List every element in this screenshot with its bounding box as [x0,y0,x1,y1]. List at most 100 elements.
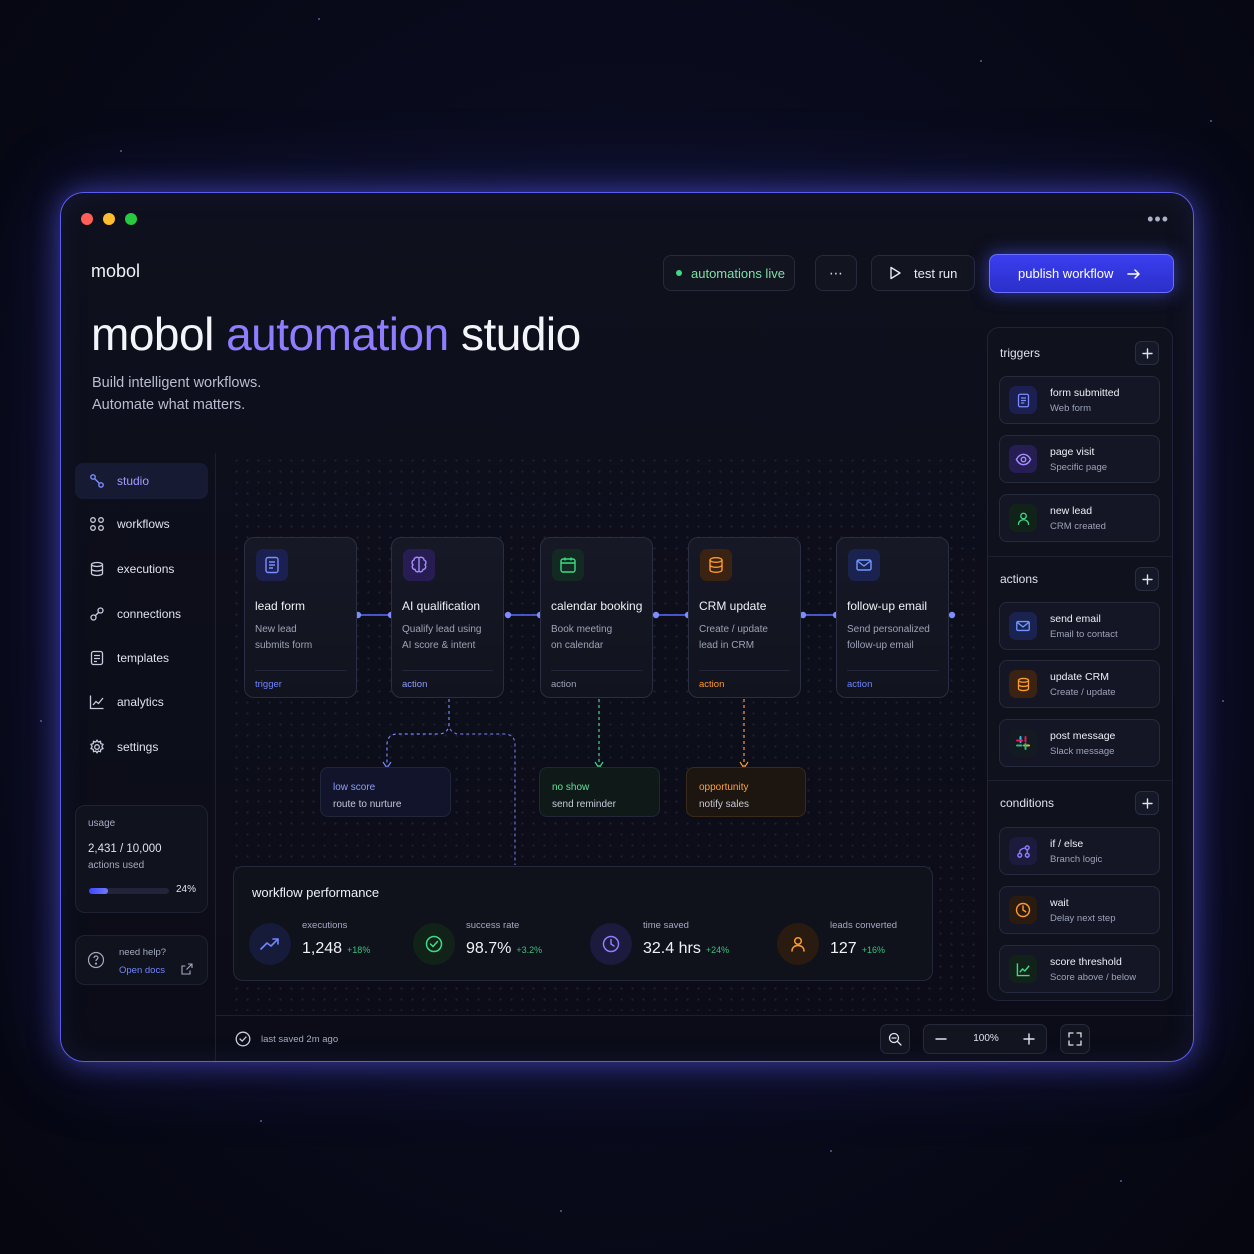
plus-icon [1023,1033,1035,1045]
action-item-send-email[interactable]: send email Email to contact [999,602,1160,650]
section-title-actions: actions [1000,572,1039,586]
item-title: form submitted [1050,387,1120,399]
branch-title: opportunity [699,782,749,793]
user-icon [1009,504,1037,532]
section-title-triggers: triggers [1000,346,1041,360]
slack-icon [1009,729,1037,757]
section-title-conditions: conditions [1000,796,1055,810]
star [560,1210,562,1212]
form-icon [1009,386,1037,414]
metric-delta: +24% [705,945,730,955]
node-divider [699,670,790,671]
node-description: New lead submits form [255,622,355,654]
branch-opportunity[interactable]: opportunity notify sales [686,767,806,817]
node-tag: action [402,679,428,690]
node-crm-update[interactable]: CRM update Create / update lead in CRM ac… [688,537,801,698]
node-desc-line: Send personalized [847,624,930,635]
save-status-label: last saved 2m ago [261,1033,339,1045]
item-title: score threshold [1050,956,1122,968]
node-desc-line: follow-up email [847,640,914,651]
item-title: send email [1050,613,1101,625]
node-calendar-booking[interactable]: calendar booking Book meeting on calendar… [540,537,653,698]
zoom-search-button[interactable] [880,1024,910,1054]
zoom-icon [888,1032,902,1046]
branch-description: send reminder [552,799,616,810]
section-divider [988,556,1172,557]
item-subtitle: Email to contact [1050,629,1118,640]
node-desc-line: lead in CRM [699,640,755,651]
check-circle-icon [235,1031,251,1047]
node-title: calendar booking [551,599,643,613]
clock-icon [1009,896,1037,924]
item-subtitle: Create / update [1050,687,1116,698]
trigger-item-page-visit[interactable]: page visit Specific page [999,435,1160,483]
star [120,150,122,152]
nodes-library-panel: triggers form submitted Web form page vi… [987,327,1173,1001]
item-subtitle: Specific page [1050,462,1108,473]
node-desc-line: Book meeting [551,624,613,635]
node-divider [255,670,346,671]
item-title: wait [1050,897,1069,909]
plus-icon [1141,573,1153,585]
item-subtitle: Web form [1050,403,1092,414]
item-title: new lead [1050,505,1093,517]
branch-description: route to nurture [333,799,402,810]
metric-label: success rate [466,920,520,931]
condition-item-if-else[interactable]: if / else Branch logic [999,827,1160,875]
node-desc-line: Create / update [699,624,768,635]
node-follow-up-email[interactable]: follow-up email Send personalized follow-… [836,537,949,698]
zoom-in-button[interactable] [1012,1025,1046,1053]
node-desc-line: submits form [255,640,313,651]
metric-value-text: 1,248 [302,940,343,957]
metric-delta: +16% [861,945,885,955]
add-action-button[interactable] [1135,567,1159,591]
star [40,720,42,722]
calendar-icon [552,549,584,581]
node-desc-line: on calendar [551,640,604,651]
metric-label: time saved [643,920,689,931]
mail-icon [1009,612,1037,640]
branch-no-show[interactable]: no show send reminder [539,767,660,817]
node-divider [847,670,938,671]
node-description: Create / update lead in CRM [699,622,799,654]
condition-item-score-threshold[interactable]: score threshold Score above / below [999,945,1160,993]
item-title: page visit [1050,446,1095,458]
database-icon [700,549,732,581]
zoom-control: 100% [923,1024,1047,1054]
node-tag: action [847,679,873,690]
node-ai-qualification[interactable]: AI qualification Qualify lead using AI sc… [391,537,504,698]
node-tag: action [551,679,577,690]
node-description: Book meeting on calendar [551,622,651,654]
trigger-item-form-submitted[interactable]: form submitted Web form [999,376,1160,424]
star [1222,700,1224,702]
metric-delta: +18% [347,945,371,955]
item-title: update CRM [1050,671,1109,683]
metric-value-text: 98.7% [466,940,512,957]
branch-title: low score [333,782,376,793]
item-subtitle: CRM created [1050,521,1106,532]
metric-delta: +3.2% [516,945,543,955]
add-condition-button[interactable] [1135,791,1159,815]
trigger-item-new-lead[interactable]: new lead CRM created [999,494,1160,542]
metric-time-saved: time saved 32.4 hrs +24% [590,919,760,965]
metric-executions: executions 1,248 +18% [249,919,399,965]
workflow-performance-card: workflow performance executions 1,248 +18… [233,866,933,981]
action-item-post-message[interactable]: post message Slack message [999,719,1160,767]
fullscreen-icon [1068,1032,1082,1046]
item-subtitle: Delay next step [1050,913,1116,924]
add-trigger-button[interactable] [1135,341,1159,365]
node-lead-form[interactable]: lead form New lead submits form trigger [244,537,357,698]
metric-value-text: 32.4 hrs [643,940,701,957]
brain-icon [403,549,435,581]
action-item-update-crm[interactable]: update CRM Create / update [999,660,1160,708]
metric-value: 1,248 +18% [302,940,370,958]
condition-item-wait[interactable]: wait Delay next step [999,886,1160,934]
zoom-level: 100% [973,1033,999,1044]
fullscreen-button[interactable] [1060,1024,1090,1054]
star [1120,1180,1122,1182]
branch-low-score[interactable]: low score route to nurture [320,767,451,817]
star [980,60,982,62]
form-icon [256,549,288,581]
zoom-out-button[interactable] [924,1025,958,1053]
item-title: if / else [1050,838,1084,850]
